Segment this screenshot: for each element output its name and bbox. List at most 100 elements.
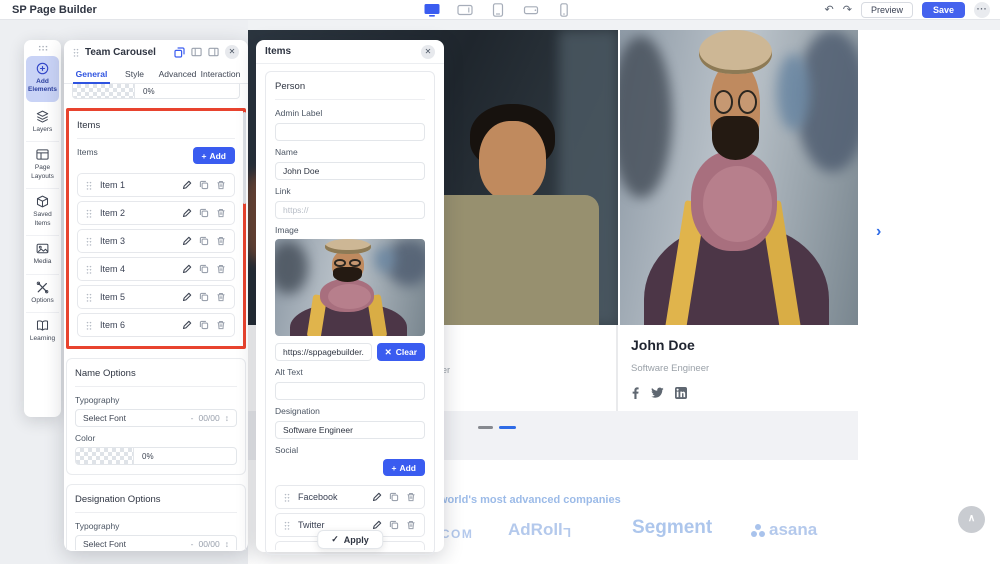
carousel-indicator-active[interactable]	[499, 426, 516, 429]
linkedin-icon[interactable]	[675, 387, 687, 399]
close-panel-button[interactable]: ✕	[225, 45, 239, 59]
delete-icon[interactable]	[216, 208, 226, 218]
item-row-5[interactable]: Item 5	[77, 285, 235, 309]
item-row-6[interactable]: Item 6	[77, 313, 235, 337]
redo-button[interactable]: ↷	[843, 5, 852, 16]
device-desktop-icon[interactable]	[424, 3, 440, 17]
alt-text-input[interactable]	[275, 382, 425, 400]
duplicate-icon[interactable]	[199, 264, 209, 274]
delete-icon[interactable]	[216, 264, 226, 274]
name-input[interactable]	[275, 162, 425, 180]
tab-advanced[interactable]: Advanced	[156, 64, 199, 83]
row-drag-handle[interactable]	[86, 293, 92, 302]
link-input[interactable]	[275, 201, 425, 219]
designation-input[interactable]	[275, 421, 425, 439]
item-row-3[interactable]: Item 3	[77, 229, 235, 253]
dock-left-icon[interactable]	[191, 47, 202, 57]
admin-label-input[interactable]	[275, 123, 425, 141]
duplicate-icon[interactable]	[199, 292, 209, 302]
duplicate-icon[interactable]	[174, 47, 185, 58]
item-row-1[interactable]: Item 1	[77, 173, 235, 197]
edit-icon[interactable]	[182, 292, 192, 302]
tab-style[interactable]: Style	[113, 64, 156, 83]
dock-right-icon[interactable]	[208, 47, 219, 57]
row-drag-handle[interactable]	[86, 181, 92, 190]
duplicate-icon[interactable]	[199, 320, 209, 330]
image-url-input[interactable]	[275, 343, 372, 361]
color-swatch-transparent[interactable]	[76, 448, 134, 464]
font-select[interactable]: Select Font - 00/00 ↕	[75, 535, 237, 550]
image-label: Image	[275, 225, 425, 235]
facebook-icon[interactable]	[631, 387, 640, 399]
duplicate-icon[interactable]	[389, 492, 399, 502]
cube-icon	[36, 195, 49, 208]
edit-icon[interactable]	[182, 320, 192, 330]
add-item-button[interactable]: +Add	[193, 147, 236, 164]
tab-interaction[interactable]: Interaction	[199, 64, 242, 83]
duplicate-icon[interactable]	[199, 208, 209, 218]
add-social-button[interactable]: +Add	[383, 459, 426, 476]
updown-icon[interactable]: ↕	[225, 539, 229, 549]
panel-header-icons: ✕	[174, 45, 239, 59]
edit-icon[interactable]	[182, 208, 192, 218]
row-drag-handle[interactable]	[86, 265, 92, 274]
sidebar-item-add-elements[interactable]: Add Elements	[26, 56, 59, 102]
row-drag-handle[interactable]	[284, 493, 290, 502]
scroll-to-top-button[interactable]: ∧	[958, 506, 985, 533]
row-drag-handle[interactable]	[86, 321, 92, 330]
delete-icon[interactable]	[216, 180, 226, 190]
color-picker-field[interactable]: 0%	[75, 447, 237, 465]
delete-icon[interactable]	[216, 292, 226, 302]
image-preview-photo	[275, 239, 425, 336]
item-row-2[interactable]: Item 2	[77, 201, 235, 225]
sidebar-drag-handle[interactable]	[38, 45, 48, 51]
sidebar-item-saved-items[interactable]: Saved Items	[26, 189, 59, 236]
preview-button[interactable]: Preview	[861, 2, 913, 18]
font-select[interactable]: Select Font - 00/00 ↕	[75, 409, 237, 427]
sidebar-item-layers[interactable]: Layers	[26, 104, 59, 142]
delete-icon[interactable]	[216, 320, 226, 330]
app-title: SP Page Builder	[12, 4, 97, 16]
sidebar-item-media[interactable]: Media	[26, 236, 59, 274]
carousel-next-arrow[interactable]: ›	[876, 224, 881, 240]
twitter-icon[interactable]	[651, 387, 664, 399]
sidebar-item-page-layouts[interactable]: Page Layouts	[26, 142, 59, 189]
sidebar-item-learning[interactable]: Learning	[26, 313, 59, 350]
delete-icon[interactable]	[216, 236, 226, 246]
carousel-indicator-inactive[interactable]	[478, 426, 493, 429]
clear-image-button[interactable]: ✕Clear	[377, 343, 425, 361]
panel-drag-handle[interactable]	[73, 48, 79, 57]
updown-icon[interactable]: ↕	[225, 413, 229, 423]
item-row-4[interactable]: Item 4	[77, 257, 235, 281]
device-phone-icon[interactable]	[556, 3, 572, 17]
delete-icon[interactable]	[406, 492, 416, 502]
edit-icon[interactable]	[372, 520, 382, 530]
apply-button[interactable]: ✓Apply	[317, 530, 383, 549]
delete-icon[interactable]	[406, 520, 416, 530]
asana-dots-icon	[751, 524, 765, 537]
social-row-facebook[interactable]: Facebook	[275, 485, 425, 509]
more-options-button[interactable]: ···	[974, 2, 990, 18]
row-drag-handle[interactable]	[86, 237, 92, 246]
color-field-cropped[interactable]: 0%	[72, 84, 240, 99]
sidebar-item-options[interactable]: Options	[26, 275, 59, 313]
row-drag-handle[interactable]	[284, 521, 290, 530]
close-panel-button[interactable]: ✕	[421, 45, 435, 59]
device-tablet-icon[interactable]	[490, 3, 506, 17]
device-laptop-icon[interactable]	[457, 3, 473, 17]
color-swatch-transparent[interactable]	[73, 84, 135, 98]
edit-icon[interactable]	[372, 492, 382, 502]
duplicate-icon[interactable]	[199, 180, 209, 190]
save-button[interactable]: Save	[922, 2, 965, 18]
edit-icon[interactable]	[182, 264, 192, 274]
row-drag-handle[interactable]	[86, 209, 92, 218]
undo-button[interactable]: ↶	[825, 5, 834, 16]
edit-icon[interactable]	[182, 236, 192, 246]
duplicate-icon[interactable]	[389, 520, 399, 530]
photo-person-glasses	[714, 90, 733, 114]
duplicate-icon[interactable]	[199, 236, 209, 246]
image-thumbnail[interactable]	[275, 239, 425, 336]
tab-general[interactable]: General	[70, 64, 113, 83]
edit-icon[interactable]	[182, 180, 192, 190]
device-phone-landscape-icon[interactable]	[523, 3, 539, 17]
